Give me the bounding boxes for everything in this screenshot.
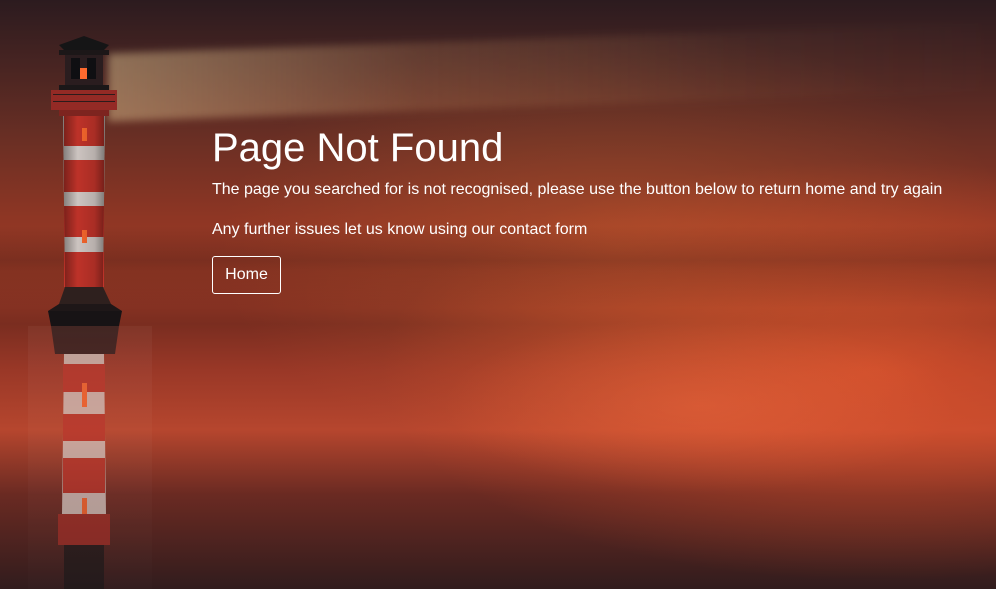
lighthouse-tower bbox=[63, 116, 105, 287]
lighthouse-base bbox=[48, 287, 122, 326]
water-glow bbox=[420, 310, 980, 500]
lighthouse-reflection bbox=[28, 326, 152, 589]
not-found-hero: Page Not Found The page you searched for… bbox=[0, 0, 996, 589]
lighthouse-top bbox=[51, 36, 117, 116]
contact-message: Any further issues let us know using our… bbox=[212, 221, 588, 238]
home-button[interactable]: Home bbox=[212, 256, 281, 294]
not-found-content: Page Not Found The page you searched for… bbox=[212, 124, 972, 294]
lighthouse-light-beam bbox=[108, 22, 996, 122]
lighthouse-icon bbox=[28, 36, 152, 589]
page-title: Page Not Found bbox=[212, 126, 504, 170]
not-found-message: The page you searched for is not recogni… bbox=[212, 181, 943, 198]
